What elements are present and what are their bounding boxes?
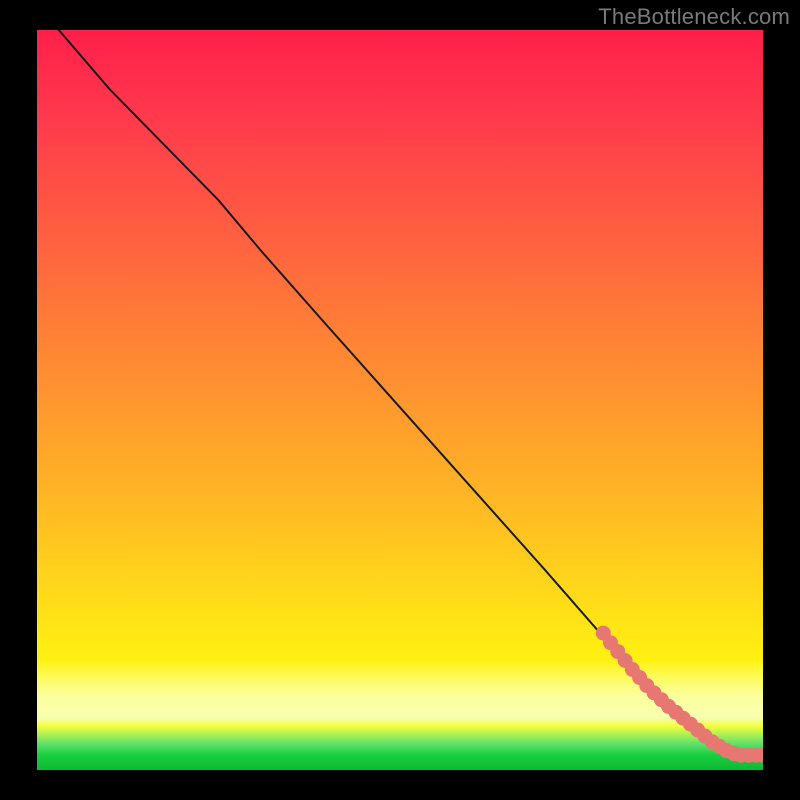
curve-path bbox=[59, 30, 763, 755]
data-point bbox=[697, 729, 712, 744]
data-point bbox=[712, 739, 727, 754]
data-point bbox=[661, 699, 676, 714]
data-point bbox=[596, 626, 611, 641]
data-point bbox=[734, 748, 749, 763]
data-point bbox=[741, 748, 756, 763]
data-point bbox=[654, 692, 669, 707]
chart-svg bbox=[37, 30, 763, 770]
data-point bbox=[610, 644, 625, 659]
data-point bbox=[705, 734, 720, 749]
data-point bbox=[727, 746, 742, 761]
data-point bbox=[625, 662, 640, 677]
data-point bbox=[603, 635, 618, 650]
data-point bbox=[639, 678, 654, 693]
data-point bbox=[618, 653, 633, 668]
data-point bbox=[668, 705, 683, 720]
data-point bbox=[676, 711, 691, 726]
scatter-points bbox=[596, 626, 763, 763]
chart-frame: TheBottleneck.com bbox=[0, 0, 800, 800]
data-point bbox=[690, 723, 705, 738]
data-point bbox=[756, 748, 764, 763]
curve-line bbox=[59, 30, 763, 755]
data-point bbox=[719, 743, 734, 758]
data-point bbox=[632, 670, 647, 685]
attribution-label: TheBottleneck.com bbox=[598, 4, 790, 30]
data-point bbox=[647, 686, 662, 701]
plot-area bbox=[37, 30, 763, 770]
data-point bbox=[748, 748, 763, 763]
data-point bbox=[683, 717, 698, 732]
